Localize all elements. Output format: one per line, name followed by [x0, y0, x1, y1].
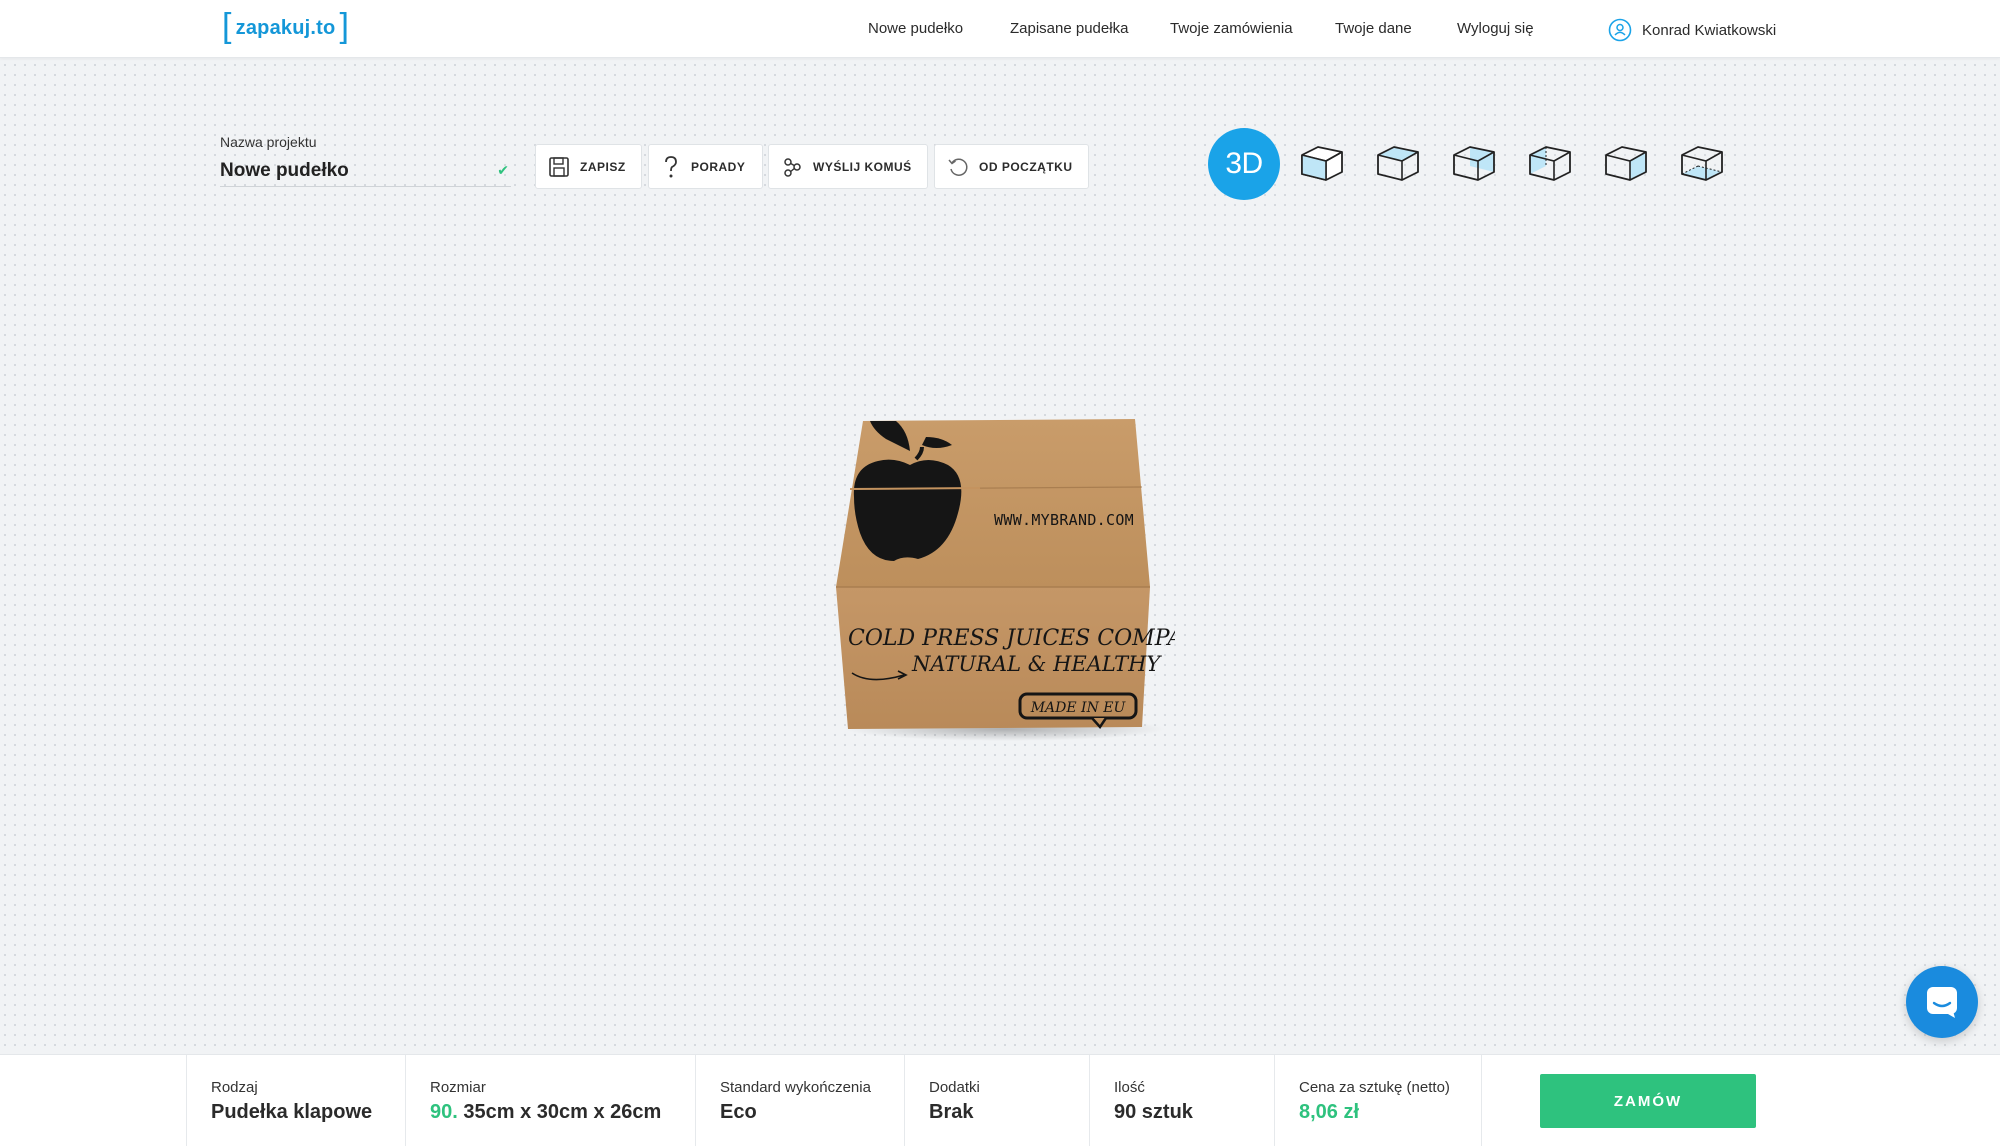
box-other-side-view-icon[interactable] [1602, 140, 1650, 186]
box-side-view-icon[interactable] [1450, 140, 1498, 186]
project-name-value: Nowe pudełko [220, 159, 349, 181]
summary-finish[interactable]: Standard wykończenia Eco [695, 1055, 904, 1146]
user-menu[interactable]: Konrad Kwiatkowski [1608, 18, 1776, 42]
box-company-text: COLD PRESS JUICES COMPANY [848, 626, 1175, 651]
summary-type-value: Pudełka klapowe [211, 1101, 373, 1123]
user-name: Konrad Kwiatkowski [1642, 21, 1777, 39]
summary-extras[interactable]: Dodatki Brak [904, 1055, 1089, 1146]
logo-bracket-left: [ [222, 7, 232, 45]
top-header: [ zapakuj.to ] Nowe pudełko Zapisane pud… [0, 0, 2000, 58]
nav-saved-boxes[interactable]: Zapisane pudełka [1010, 20, 1128, 37]
tips-button-label: PORADY [691, 159, 746, 174]
logo-bracket-right: ] [339, 7, 350, 45]
user-icon [1608, 18, 1632, 42]
project-name-block: Nazwa projektu Nowe pudełko ✔ [220, 134, 511, 187]
save-button-label: ZAPISZ [580, 159, 626, 174]
order-button[interactable]: ZAMÓW [1540, 1074, 1756, 1128]
share-button-label: WYŚLIJ KOMUŚ [813, 159, 912, 174]
chat-launcher-button[interactable] [1906, 966, 1978, 1038]
save-button[interactable]: ZAPISZ [535, 144, 642, 189]
summary-price-label: Cena za sztukę (netto) [1299, 1079, 1450, 1096]
summary-finish-label: Standard wykończenia [720, 1079, 871, 1096]
undo-icon [948, 158, 968, 176]
summary-size[interactable]: Rozmiar 90. 35cm x 30cm x 26cm [405, 1055, 695, 1146]
nav-new-box[interactable]: Nowe pudełko [868, 20, 963, 37]
summary-finish-value: Eco [720, 1101, 757, 1123]
box-front-view-icon[interactable] [1298, 140, 1346, 186]
svg-text:MADE IN EU: MADE IN EU [1030, 700, 1127, 716]
nav-orders[interactable]: Twoje zamówienia [1170, 20, 1293, 37]
project-name-field[interactable]: Nowe pudełko ✔ [220, 155, 511, 187]
project-name-label: Nazwa projektu [220, 134, 317, 150]
summary-type[interactable]: Rodzaj Pudełka klapowe [186, 1055, 405, 1146]
apple-seam [849, 487, 981, 490]
nav-your-data[interactable]: Twoje dane [1335, 20, 1412, 37]
box-back-view-icon[interactable] [1526, 140, 1574, 186]
summary-price: Cena za sztukę (netto) 8,06 zł [1274, 1055, 1482, 1146]
share-icon [784, 157, 801, 177]
summary-size-value: 90. 35cm x 30cm x 26cm [430, 1101, 661, 1124]
tips-button[interactable]: PORADY [648, 144, 763, 189]
nav-logout[interactable]: Wyloguj się [1457, 20, 1534, 37]
summary-size-dims: 35cm x 30cm x 26cm [463, 1101, 662, 1123]
summary-amount[interactable]: Ilość 90 sztuk [1089, 1055, 1274, 1146]
summary-type-label: Rodzaj [211, 1079, 258, 1096]
box-website-text: WWW.MYBRAND.COM [994, 511, 1134, 529]
summary-size-label: Rozmiar [430, 1079, 486, 1096]
box-tagline-text: NATURAL & HEALTHY [911, 652, 1162, 676]
chat-icon [1927, 987, 1957, 1018]
summary-amount-value: 90 sztuk [1114, 1101, 1193, 1123]
summary-price-value: 8,06 zł [1299, 1101, 1360, 1123]
check-icon: ✔ [497, 162, 509, 178]
view-3d-button[interactable]: 3D [1208, 128, 1280, 200]
reset-button[interactable]: OD POCZĄTKU [934, 144, 1089, 189]
summary-size-qty: 90. [430, 1101, 458, 1123]
box-3d-preview[interactable]: WWW.MYBRAND.COM COLD PRESS JUICES COMPAN… [830, 415, 1175, 745]
summary-extras-value: Brak [929, 1101, 974, 1123]
share-button[interactable]: WYŚLIJ KOMUŚ [768, 144, 928, 189]
logo[interactable]: [ zapakuj.to ] [218, 7, 353, 46]
floppy-disk-icon [549, 156, 569, 177]
summary-amount-label: Ilość [1114, 1079, 1145, 1096]
logo-text: zapakuj.to [235, 16, 336, 39]
reset-button-label: OD POCZĄTKU [979, 159, 1073, 174]
question-mark-icon [665, 155, 677, 177]
box-top-view-icon[interactable] [1374, 140, 1422, 186]
summary-extras-label: Dodatki [929, 1079, 980, 1096]
box-bottom-view-icon[interactable] [1678, 140, 1726, 186]
